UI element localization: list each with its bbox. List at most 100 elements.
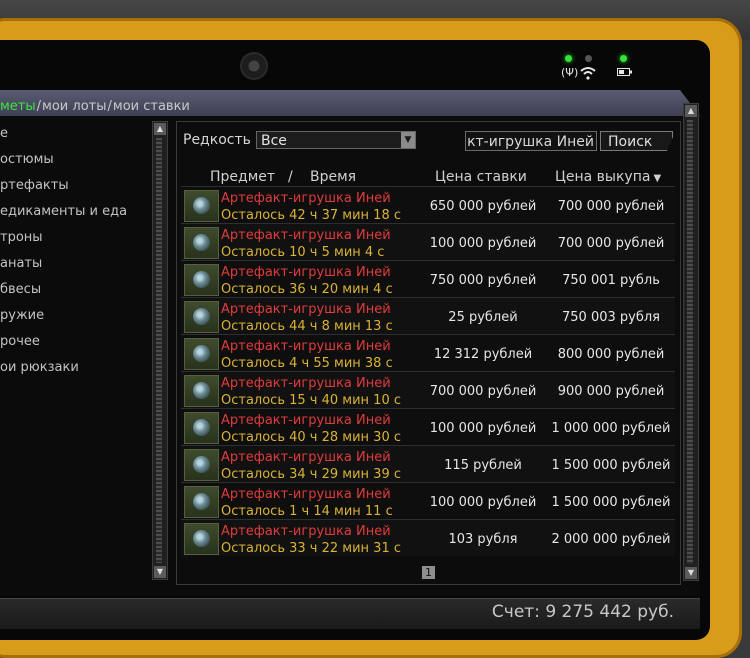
column-header-item[interactable]: Предмет	[210, 169, 275, 185]
buyout-price: 750 003 рубля	[562, 310, 660, 325]
account-balance: Счет: 9 275 442 руб.	[491, 602, 674, 622]
category-item[interactable]: троны	[0, 225, 150, 251]
buyout-price: 700 000 рублей	[557, 199, 665, 214]
item-name: Артефакт-игрушка Иней	[221, 191, 391, 206]
scroll-down-icon[interactable]: ▼	[685, 567, 697, 579]
time-left: Осталось 44 ч 8 мин 13 с	[221, 319, 393, 334]
status-led-green	[620, 55, 627, 62]
bid-price: 25 рублей	[448, 310, 518, 325]
category-item[interactable]: анаты	[0, 251, 150, 277]
item-name: Артефакт-игрушка Иней	[221, 487, 391, 502]
rarity-label: Редкость	[183, 132, 251, 148]
category-item[interactable]: остюмы	[0, 147, 150, 173]
artifact-icon	[184, 375, 219, 407]
artifact-icon	[184, 264, 219, 296]
sort-desc-icon: ▼	[653, 173, 662, 184]
item-name: Артефакт-игрушка Иней	[221, 450, 391, 465]
item-name: Артефакт-игрушка Иней	[221, 339, 391, 354]
bid-price: 100 000 рублей	[429, 421, 537, 436]
category-item[interactable]: ружие	[0, 303, 150, 329]
item-name: Артефакт-игрушка Иней	[221, 228, 391, 243]
tab-separator: /	[36, 99, 42, 114]
time-left: Осталось 1 ч 14 мин 11 с	[221, 504, 393, 519]
bid-price: 750 000 рублей	[429, 273, 537, 288]
time-left: Осталось 36 ч 20 мин 4 с	[221, 282, 393, 297]
category-item[interactable]: едикаменты и еда	[0, 199, 150, 225]
table-row[interactable]: Артефакт-игрушка Иней Осталось 42 ч 37 м…	[181, 186, 675, 223]
bid-price: 115 рублей	[444, 458, 522, 473]
scroll-down-icon[interactable]: ▼	[154, 566, 166, 578]
buyout-price: 800 000 рублей	[557, 347, 665, 362]
artifact-icon	[184, 301, 219, 333]
tab-my-bids[interactable]: мои ставки	[113, 99, 190, 114]
table-row[interactable]: Артефакт-игрушка Иней Осталось 34 ч 29 м…	[181, 445, 675, 482]
battery-icon	[617, 68, 632, 76]
category-item[interactable]: ои рюкзаки	[0, 355, 150, 381]
table-row[interactable]: Артефакт-игрушка Иней Осталось 44 ч 8 ми…	[181, 297, 675, 334]
table-row[interactable]: Артефакт-игрушка Иней Осталось 40 ч 28 м…	[181, 408, 675, 445]
buyout-price: 750 001 рубль	[562, 273, 660, 288]
bid-price: 100 000 рублей	[429, 236, 537, 251]
time-left: Осталось 10 ч 5 мин 4 с	[221, 245, 385, 260]
table-row[interactable]: Артефакт-игрушка Иней Осталось 15 ч 40 м…	[181, 371, 675, 408]
column-header-bid[interactable]: Цена ставки	[435, 169, 527, 185]
buyout-price: 1 500 000 рублей	[551, 458, 671, 473]
artifact-icon	[184, 486, 219, 518]
category-item[interactable]: ртефакты	[0, 173, 150, 199]
item-name: Артефакт-игрушка Иней	[221, 265, 391, 280]
category-scrollbar[interactable]: ▲ ▼	[152, 121, 168, 580]
search-value: Артефакт-игрушка Иней	[466, 134, 594, 150]
time-left: Осталось 4 ч 55 мин 38 с	[221, 356, 393, 371]
table-row[interactable]: Артефакт-игрушка Иней Осталось 1 ч 14 ми…	[181, 482, 675, 519]
table-row[interactable]: Артефакт-игрушка Иней Осталось 33 ч 22 м…	[181, 519, 675, 556]
wifi-icon	[580, 67, 596, 80]
dropdown-arrow-icon[interactable]: ▼	[401, 132, 415, 148]
buyout-price: 2 000 000 рублей	[551, 532, 671, 547]
item-name: Артефакт-игрушка Иней	[221, 302, 391, 317]
category-item[interactable]: рочее	[0, 329, 150, 355]
tab-my-lots[interactable]: мои лоты	[42, 99, 106, 114]
category-item[interactable]: бвесы	[0, 277, 150, 303]
category-item[interactable]: е	[0, 121, 150, 147]
item-name: Артефакт-игрушка Иней	[221, 413, 391, 428]
scroll-up-icon[interactable]: ▲	[154, 123, 166, 135]
page-number[interactable]: 1	[422, 566, 435, 579]
column-header-buyout[interactable]: Цена выкупа ▼	[555, 169, 661, 185]
column-header-slash: /	[288, 169, 293, 185]
bid-price: 103 рубля	[448, 532, 518, 547]
time-left: Осталось 42 ч 37 мин 18 с	[221, 208, 401, 223]
signal-icon: (Ψ)	[561, 66, 579, 79]
table-row[interactable]: Артефакт-игрушка Иней Осталось 36 ч 20 м…	[181, 260, 675, 297]
scroll-track[interactable]	[156, 138, 162, 563]
buyout-price: 1 000 000 рублей	[551, 421, 671, 436]
time-left: Осталось 40 ч 28 мин 30 с	[221, 430, 401, 445]
lots-list: Артефакт-игрушка Иней Осталось 42 ч 37 м…	[181, 186, 675, 556]
table-row[interactable]: Артефакт-игрушка Иней Осталось 10 ч 5 ми…	[181, 223, 675, 260]
time-left: Осталось 34 ч 29 мин 39 с	[221, 467, 401, 482]
tab-separator: /	[107, 99, 112, 114]
artifact-icon	[184, 190, 219, 222]
time-left: Осталось 33 ч 22 мин 31 с	[221, 541, 401, 556]
rarity-value: Все	[261, 133, 287, 149]
table-row[interactable]: Артефакт-игрушка Иней Осталось 4 ч 55 ми…	[181, 334, 675, 371]
buyout-price: 900 000 рублей	[557, 384, 665, 399]
search-input[interactable]: Артефакт-игрушка Иней	[465, 131, 597, 151]
scroll-up-icon[interactable]: ▲	[685, 105, 697, 117]
search-button[interactable]: Поиск	[600, 131, 673, 151]
buyout-price: 700 000 рублей	[557, 236, 665, 251]
time-left: Осталось 15 ч 40 мин 10 с	[221, 393, 401, 408]
tab-items[interactable]: меты	[0, 99, 36, 114]
item-name: Артефакт-игрушка Иней	[221, 376, 391, 391]
status-led-off	[585, 55, 592, 62]
column-header-time[interactable]: Время	[310, 169, 356, 185]
artifact-icon	[184, 412, 219, 444]
camera-icon	[240, 52, 268, 80]
rarity-select[interactable]: Все ▼	[256, 131, 416, 149]
column-header-buyout-label: Цена выкупа	[555, 169, 651, 185]
bid-price: 100 000 рублей	[429, 495, 537, 510]
scroll-track[interactable]	[687, 120, 693, 564]
bid-price: 700 000 рублей	[429, 384, 537, 399]
lots-scrollbar[interactable]: ▲ ▼	[683, 103, 699, 581]
tab-bar: меты/мои лоты/мои ставки	[0, 90, 700, 116]
bid-price: 12 312 рублей	[433, 347, 533, 362]
